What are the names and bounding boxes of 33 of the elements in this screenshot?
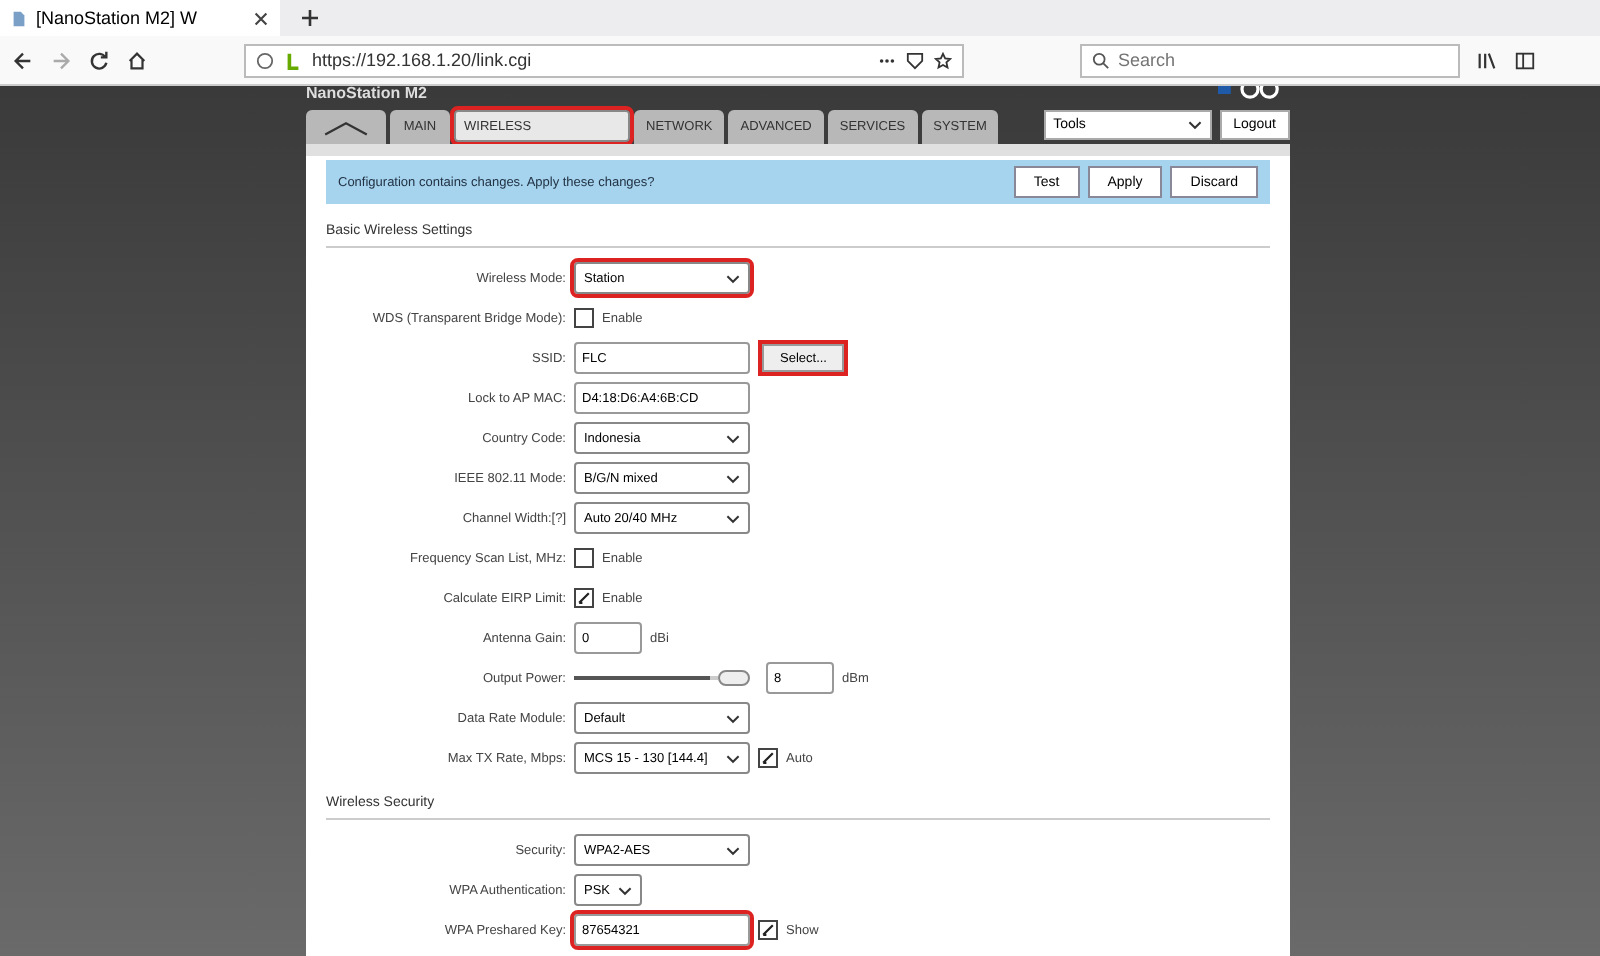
shield-icon[interactable] [906,51,924,69]
logo-tab[interactable] [306,110,386,144]
caret-icon [1187,120,1202,130]
close-icon[interactable] [252,9,270,27]
caret-icon [726,753,740,763]
search-icon [1092,51,1110,69]
back-icon[interactable] [12,49,34,71]
caret-icon [726,273,740,283]
caret-icon [618,885,632,895]
new-tab-icon[interactable] [300,8,320,28]
sidebar-icon[interactable] [1514,49,1536,71]
reload-icon[interactable] [88,49,110,71]
checkbox[interactable] [758,920,778,940]
library-icon[interactable] [1476,49,1498,71]
address-bar[interactable]: https://192.168.1.20/link.cgi [244,43,964,77]
star-icon[interactable] [934,51,952,69]
home-icon[interactable] [126,49,148,71]
slider-thumb[interactable] [718,670,750,686]
antenna-logo-icon [322,119,370,135]
caret-icon [726,845,740,855]
browser-tab[interactable]: [NanoStation M2] W [0,0,280,36]
info-icon [256,51,274,69]
page-icon [10,9,28,27]
checkbox[interactable] [574,588,594,608]
checkbox[interactable] [574,548,594,568]
product-name: NanoStation M2 [306,86,427,102]
caret-icon [726,473,740,483]
search-field[interactable]: Search [1080,43,1460,77]
checkbox[interactable] [758,748,778,768]
caret-icon [726,713,740,723]
caret-icon [726,513,740,523]
caret-icon [726,433,740,443]
checkbox[interactable] [574,308,594,328]
